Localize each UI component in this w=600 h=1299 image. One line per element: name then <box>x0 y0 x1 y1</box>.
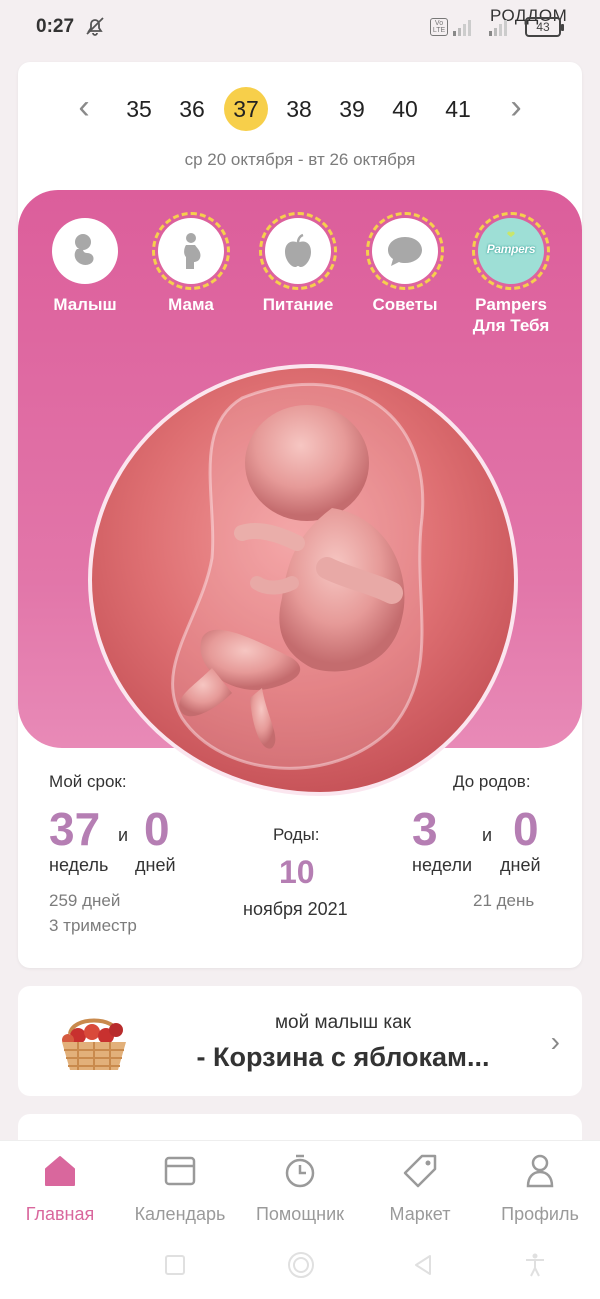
tag-icon <box>403 1154 437 1188</box>
chevron-right-icon: › <box>550 1026 560 1057</box>
category-mom[interactable]: Мама <box>136 212 246 315</box>
nav-label: Помощник <box>255 1204 344 1224</box>
prev-week-button[interactable]: ‹ <box>64 88 104 128</box>
nav-assistant[interactable]: Помощник <box>240 1153 360 1225</box>
category-tips[interactable]: Советы <box>350 212 460 315</box>
until-birth-label: До родов: <box>453 772 531 791</box>
term-weeks-unit: недель <box>49 855 109 875</box>
week-37-active[interactable]: 37 <box>224 87 268 131</box>
week-38[interactable]: 38 <box>277 87 321 131</box>
fetus-image <box>92 368 514 792</box>
category-label: Pampers Для Тебя <box>472 295 550 335</box>
volte-icon: Vo LTE <box>430 18 448 36</box>
nav-market[interactable]: Маркет <box>360 1153 480 1225</box>
status-time: 0:27 <box>36 16 75 37</box>
home-system-icon[interactable] <box>286 1250 316 1280</box>
baby-icon <box>52 218 118 284</box>
term-trimester: 3 триместр <box>49 916 137 935</box>
pampers-logo: ❤ Pampers <box>472 212 550 290</box>
signal-icon <box>453 20 471 36</box>
category-nutrition[interactable]: Питание <box>243 212 353 315</box>
until-and: и <box>482 825 493 845</box>
term-info: Мой срок: 37 и 0 недель дней 259 дней 3 … <box>18 762 582 962</box>
until-weeks-value: 3 <box>412 803 438 855</box>
nav-calendar[interactable]: Календарь <box>120 1153 240 1225</box>
week-36[interactable]: 36 <box>170 87 214 131</box>
pampers-logo-text: Pampers <box>486 242 536 256</box>
pregnancy-card: ‹ 35 36 37 38 39 40 41 › ср 20 октября -… <box>18 62 582 968</box>
birth-month-year: ноября 2021 <box>243 899 348 919</box>
term-days-value: 0 <box>144 803 170 855</box>
back-icon[interactable] <box>410 1252 436 1278</box>
pregnant-woman-icon <box>152 212 230 290</box>
nav-label: Маркет <box>389 1204 451 1224</box>
nav-label: Главная <box>25 1204 95 1224</box>
nav-label: Профиль <box>501 1204 579 1224</box>
status-bar: 0:27 РОДДОМ Vo LTE 43 <box>0 0 600 56</box>
timer-icon <box>285 1154 315 1188</box>
bell-muted-icon <box>86 17 104 36</box>
until-days-value: 0 <box>513 803 539 855</box>
signal-2-icon <box>489 20 507 36</box>
my-term-label: Мой срок: <box>49 772 127 791</box>
term-and: и <box>118 825 129 845</box>
category-label: Малыш <box>53 295 117 314</box>
apple-icon <box>259 212 337 290</box>
week-41[interactable]: 41 <box>436 87 480 131</box>
calendar-icon <box>164 1156 196 1186</box>
apple-basket-icon <box>62 1018 126 1070</box>
term-days-unit: дней <box>135 855 176 875</box>
category-label: Советы <box>372 295 438 314</box>
size-title: - Корзина с яблокам... <box>196 1042 490 1072</box>
category-label: Мама <box>168 295 214 314</box>
home-icon <box>45 1156 75 1186</box>
nav-home[interactable]: Главная <box>0 1153 120 1225</box>
until-weeks-unit: недели <box>412 855 473 875</box>
system-navigation <box>0 1230 600 1299</box>
baby-size-card[interactable]: мой малыш как - Корзина с яблокам... › <box>18 986 582 1096</box>
accessibility-icon[interactable] <box>522 1252 548 1278</box>
heart-icon: ❤ <box>506 230 516 241</box>
week-selector: ‹ 35 36 37 38 39 40 41 › <box>18 84 582 134</box>
nav-profile[interactable]: Профиль <box>480 1153 600 1225</box>
until-total-days: 21 день <box>473 891 535 910</box>
category-baby[interactable]: Малыш <box>30 218 140 315</box>
week-35[interactable]: 35 <box>117 87 161 131</box>
category-label: Питание <box>262 295 334 314</box>
category-pampers[interactable]: ❤ Pampers Pampers Для Тебя <box>456 212 566 336</box>
term-weeks-value: 37 <box>49 803 101 855</box>
nav-label: Календарь <box>134 1204 226 1224</box>
until-days-unit: дней <box>500 855 541 875</box>
size-subtitle: мой малыш как <box>274 1012 412 1033</box>
birth-label: Роды: <box>273 825 320 844</box>
week-40[interactable]: 40 <box>383 87 427 131</box>
recents-icon[interactable] <box>162 1252 188 1278</box>
battery-icon: 43 <box>525 17 564 37</box>
next-week-button[interactable]: › <box>496 88 536 128</box>
term-total-days: 259 дней <box>49 891 121 910</box>
bottom-navigation: Главная Календарь Помощник Маркет Профил… <box>0 1140 600 1230</box>
week-39[interactable]: 39 <box>330 87 374 131</box>
profile-icon <box>526 1154 554 1188</box>
week-date-range: ср 20 октября - вт 26 октября <box>184 150 416 169</box>
birth-day: 10 <box>279 854 315 890</box>
chat-bubble-icon <box>366 212 444 290</box>
